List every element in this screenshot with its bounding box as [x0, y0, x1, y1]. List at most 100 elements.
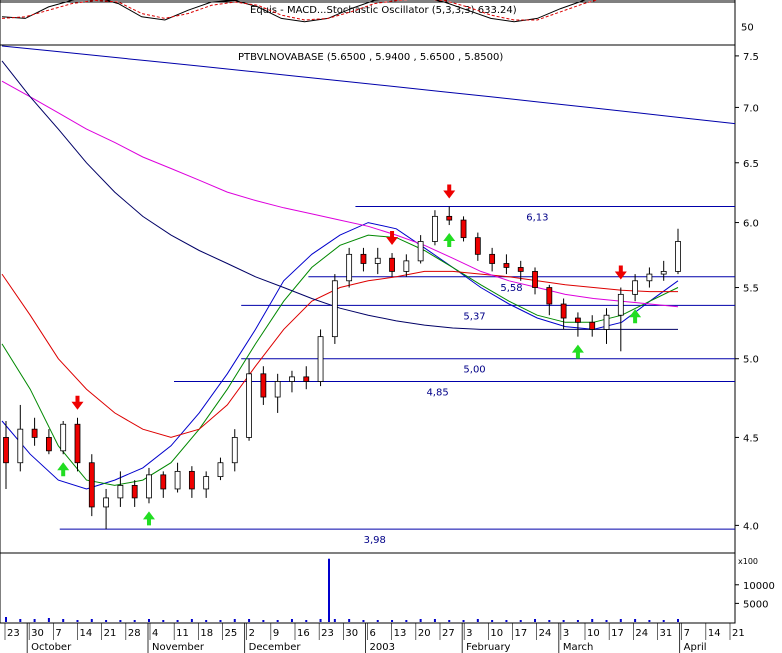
candle-body — [346, 253, 353, 282]
indicator-panel: Equis - MACD...Stochastic Oscillator (5,… — [0, 0, 754, 52]
indicator-ticks: 50 — [741, 23, 754, 34]
volume-bar — [190, 619, 193, 622]
candle-body — [532, 271, 538, 288]
volume-tick-label: 5000 — [743, 599, 768, 610]
volume-bar — [462, 620, 465, 622]
candle-body — [160, 474, 167, 490]
volume-bar — [391, 620, 394, 622]
candle-body — [646, 273, 653, 282]
volume-bar — [276, 620, 279, 622]
day-tick-label: 10 — [587, 628, 600, 639]
volume-bar — [119, 620, 122, 622]
candle-body — [489, 253, 496, 264]
price-tick-label: 5.0 — [743, 355, 759, 366]
candle-body — [403, 260, 410, 272]
candle-body — [317, 336, 324, 382]
candle-body — [60, 423, 67, 452]
candle-body — [603, 314, 610, 330]
volume-bar — [248, 619, 251, 622]
chart-canvas: Equis - MACD...Stochastic Oscillator (5,… — [0, 0, 775, 653]
volume-bar — [376, 620, 379, 622]
candle-body — [374, 257, 381, 264]
candle-body — [675, 241, 681, 272]
level-label: 4,85 — [426, 387, 448, 398]
candle-body — [389, 257, 395, 272]
volume-bar — [362, 620, 365, 622]
volume-bar — [405, 620, 408, 622]
day-tick-label: 23 — [321, 628, 334, 639]
volume-bar — [548, 620, 551, 622]
candle-body — [260, 373, 267, 398]
day-tick-label: 30 — [345, 628, 358, 639]
volume-panel: x100 10000 5000 — [0, 552, 775, 624]
volume-bar — [147, 619, 150, 622]
day-tick-label: 10 — [490, 628, 503, 639]
volume-bar — [648, 620, 651, 622]
candle-body — [3, 437, 9, 464]
level-label: 5,00 — [463, 365, 485, 376]
candle-body — [474, 237, 481, 255]
candle-body — [503, 263, 510, 268]
volume-bar — [133, 620, 136, 622]
candle-body — [331, 280, 338, 338]
volume-bar — [419, 619, 422, 622]
price-panel: PTBVLNOVABASE (5.6500 , 5.9400 , 5.6500 … — [0, 44, 759, 554]
day-tick-label: 21 — [104, 628, 117, 639]
volume-axis-ticks: 10000 5000 — [735, 581, 775, 610]
volume-bar — [476, 619, 479, 622]
volume-spike-bar — [328, 558, 330, 622]
day-tick-label: 28 — [128, 628, 141, 639]
volume-bar — [534, 619, 537, 622]
month-label: April — [684, 642, 707, 653]
candle-body — [432, 215, 438, 242]
candle-body — [231, 437, 238, 464]
candle-body — [589, 321, 596, 330]
candle-body — [188, 470, 195, 490]
day-tick-label: 2 — [249, 628, 255, 639]
volume-bar — [333, 619, 336, 622]
day-tick-label: 11 — [176, 628, 189, 639]
volume-bar — [76, 620, 79, 622]
level-label: 3,98 — [364, 535, 386, 546]
volume-bar — [433, 619, 436, 622]
level-label: 6,13 — [526, 213, 548, 224]
volume-bar — [262, 620, 265, 622]
candle-body — [117, 485, 124, 499]
price-tick-label: 5.5 — [743, 284, 759, 295]
price-tick-label: 7.5 — [743, 52, 759, 63]
volume-bar — [90, 619, 93, 622]
candle-body — [575, 317, 581, 323]
day-tick-label: 24 — [539, 628, 552, 639]
candle-body — [360, 253, 367, 264]
volume-bar — [19, 619, 22, 622]
volume-bar — [33, 619, 36, 622]
month-label: November — [152, 642, 205, 653]
indicator-label: Equis - MACD...Stochastic Oscillator (5,… — [250, 5, 517, 16]
candle-body — [417, 241, 424, 262]
day-tick-label: 14 — [80, 628, 93, 639]
candle-body — [517, 267, 524, 272]
day-tick-label: 9 — [273, 628, 279, 639]
candle-body — [203, 476, 210, 490]
candle-body — [217, 462, 224, 478]
candle-body — [274, 381, 281, 398]
volume-bar — [233, 619, 236, 622]
level-label: 5,58 — [500, 283, 522, 294]
day-tick-label: 25 — [225, 628, 238, 639]
day-tick-label: 7 — [55, 628, 61, 639]
volume-bar — [176, 620, 179, 622]
candle-body — [74, 423, 81, 464]
volume-bar — [491, 620, 494, 622]
day-tick-label: 27 — [442, 628, 455, 639]
day-tick-label: 6 — [370, 628, 376, 639]
price-tick-label: 4.5 — [743, 433, 759, 444]
volume-bar — [677, 619, 679, 622]
indicator-tick-label: 50 — [741, 23, 754, 34]
volume-bar — [448, 620, 451, 622]
volume-bar — [576, 620, 579, 622]
month-label: February — [466, 642, 510, 653]
volume-bar — [105, 620, 108, 622]
month-label: 2003 — [370, 642, 395, 653]
volume-bar — [290, 619, 293, 622]
volume-bar — [5, 617, 7, 622]
